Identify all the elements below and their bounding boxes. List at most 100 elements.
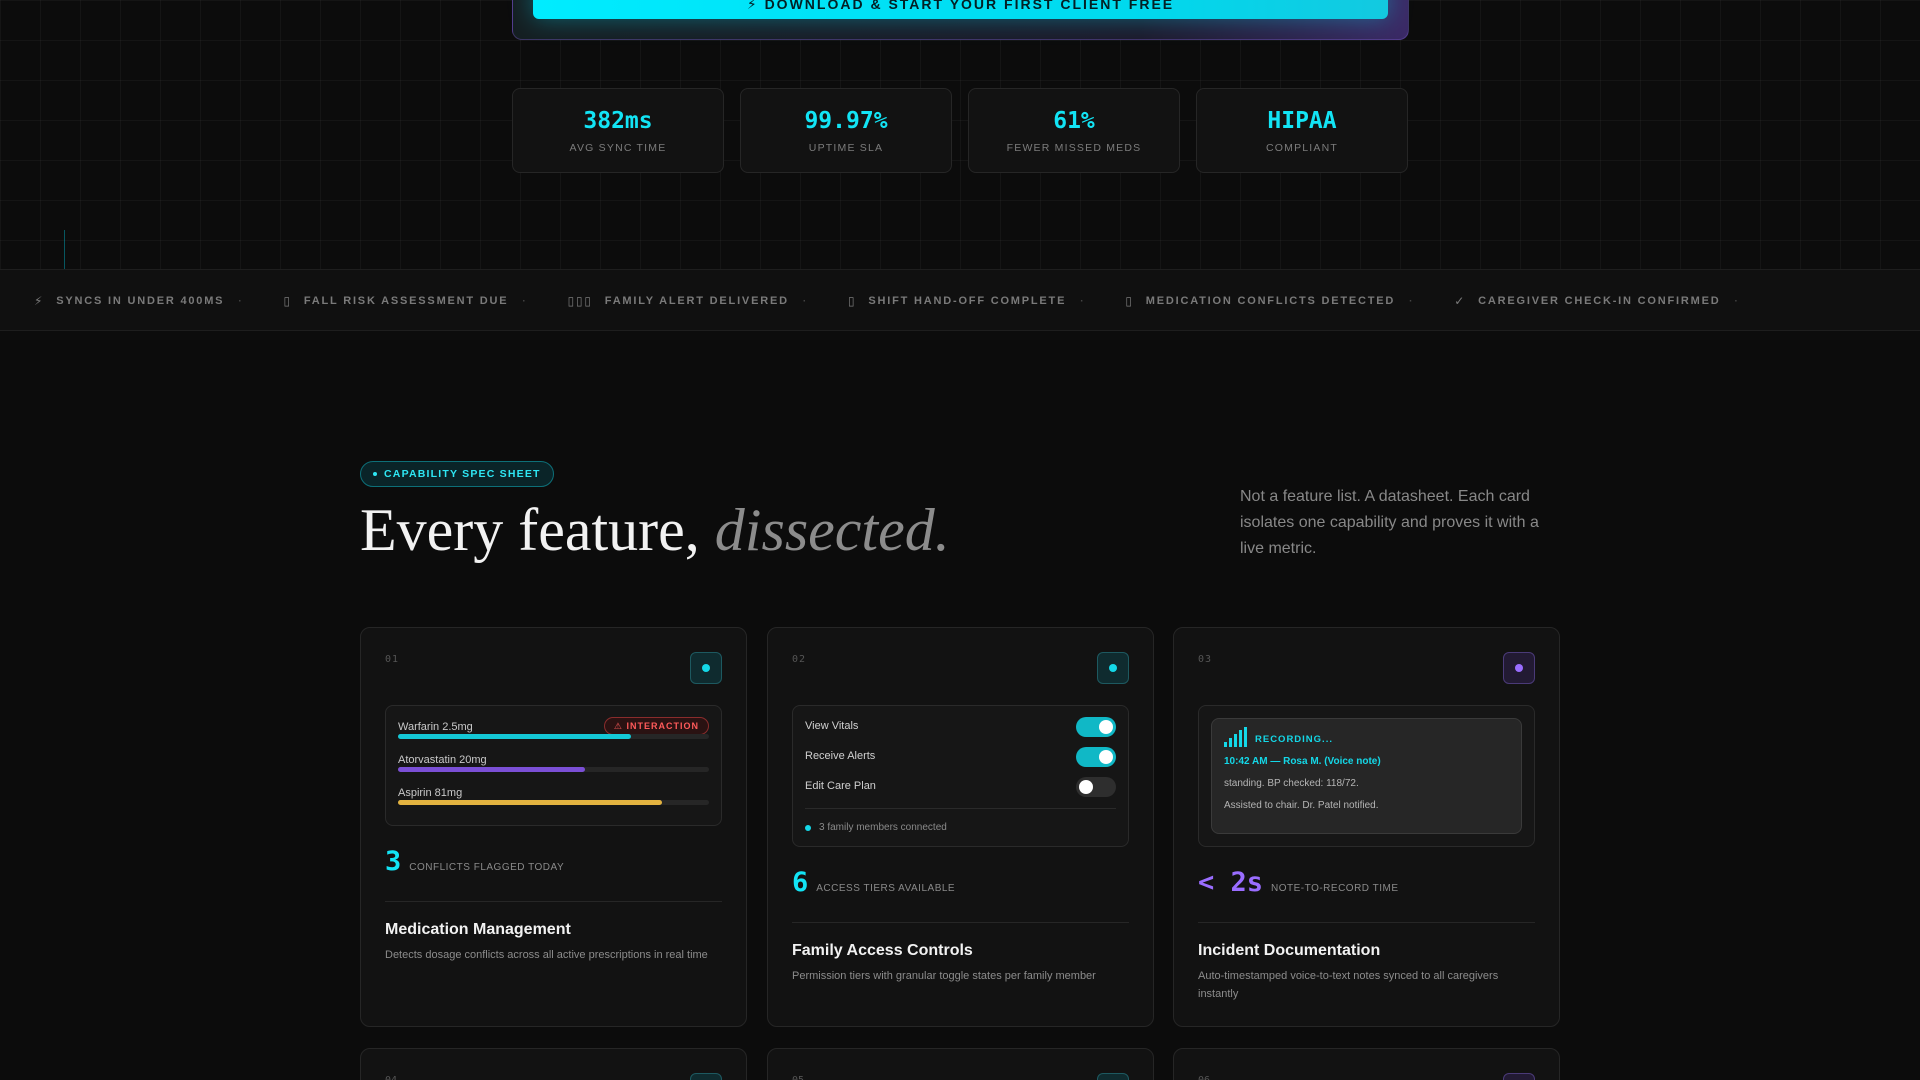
metric-value: 6 bbox=[792, 867, 809, 898]
metric-value: < 2s bbox=[1198, 867, 1264, 898]
headline-accent: dissected. bbox=[714, 497, 950, 563]
ticker-item: ▯ FALL RISK ASSESSMENT DUE · bbox=[283, 294, 567, 308]
med-row: Warfarin 2.5mg ⚠ INTERACTION bbox=[386, 706, 721, 739]
feature-card-family-access[interactable]: 02 View Vitals Receive Alerts Edit Care … bbox=[767, 627, 1154, 1027]
recording-panel: RECORDING... 10:42 AM — Rosa M. (Voice n… bbox=[1198, 705, 1535, 847]
stat-value: HIPAA bbox=[1267, 107, 1337, 134]
medication-panel: Warfarin 2.5mg ⚠ INTERACTION Atorvastati… bbox=[385, 705, 722, 826]
med-name: Warfarin 2.5mg bbox=[398, 721, 473, 733]
grid-accent-line bbox=[64, 230, 65, 270]
stat-value: 61% bbox=[1053, 107, 1095, 134]
ticker-icon: ▯ bbox=[1125, 294, 1134, 308]
metric-label: CONFLICTS FLAGGED TODAY bbox=[409, 862, 565, 873]
recording-timestamp: 10:42 AM — Rosa M. (Voice note) bbox=[1224, 756, 1381, 767]
card-description: Detects dosage conflicts across all acti… bbox=[385, 949, 708, 961]
ticker-item: ▯▯▯ FAMILY ALERT DELIVERED · bbox=[568, 294, 848, 308]
recording-header: RECORDING... bbox=[1224, 727, 1333, 747]
status-dot-icon bbox=[1097, 652, 1129, 684]
download-cta-button[interactable]: ⚡ DOWNLOAD & START YOUR FIRST CLIENT FRE… bbox=[533, 0, 1388, 19]
card-title: Family Access Controls bbox=[792, 942, 973, 959]
ticker-track: ED·⚡ SYNCS IN UNDER 400MS · ▯ FALL RISK ASSE… bbox=[0, 270, 1780, 330]
ticker-separator: · bbox=[1080, 295, 1086, 307]
transcript-line: standing. BP checked: 118/72. bbox=[1224, 778, 1359, 789]
stat-value: 99.97% bbox=[804, 107, 888, 134]
panel-divider bbox=[805, 808, 1116, 809]
stat-label: COMPLIANT bbox=[1265, 141, 1339, 154]
ticker-icon: ▯ bbox=[847, 294, 857, 308]
med-level-fill bbox=[398, 800, 663, 805]
ticker-label: FAMILY ALERT DELIVERED bbox=[604, 295, 789, 307]
toggle-row: View Vitals bbox=[793, 712, 1128, 742]
ticker-item: ✓ CAREGIVER CHECK-IN CONFIRMED · bbox=[1454, 294, 1779, 308]
status-dot-icon bbox=[1097, 1073, 1129, 1080]
transcript-line: Assisted to chair. Dr. Patel notified. bbox=[1224, 800, 1379, 811]
med-row: Atorvastatin 20mg bbox=[386, 739, 721, 772]
ticker-separator: · bbox=[522, 295, 528, 307]
cta-banner: ⚡ DOWNLOAD & START YOUR FIRST CLIENT FRE… bbox=[512, 0, 1409, 40]
ticker-icon: ▯▯▯ bbox=[567, 294, 593, 308]
ticker-item: ▯ MEDICATION CONFLICTS DETECTED · bbox=[1125, 294, 1454, 308]
stat-card: HIPAA COMPLIANT bbox=[1196, 88, 1408, 173]
card-number: 01 bbox=[385, 654, 400, 665]
toggle-row: Edit Care Plan bbox=[793, 772, 1128, 802]
receive-alerts-toggle[interactable] bbox=[1076, 747, 1116, 767]
med-name: Aspirin 81mg bbox=[398, 787, 463, 799]
toggle-label: Edit Care Plan bbox=[805, 780, 876, 792]
ticker-label: SHIFT HAND-OFF COMPLETE bbox=[868, 295, 1067, 307]
card-metric: 3 CONFLICTS FLAGGED TODAY bbox=[385, 846, 564, 877]
headline-main: Every feature, bbox=[360, 497, 715, 563]
card-divider bbox=[1198, 922, 1535, 923]
status-ticker: ED·⚡ SYNCS IN UNDER 400MS · ▯ FALL RISK ASSE… bbox=[0, 269, 1920, 331]
ticker-label: CAREGIVER CHECK-IN CONFIRMED bbox=[1478, 295, 1721, 307]
edit-care-plan-toggle[interactable] bbox=[1076, 777, 1116, 797]
feature-card[interactable]: 04 bbox=[360, 1048, 747, 1080]
metric-label: NOTE-TO-RECORD TIME bbox=[1271, 883, 1399, 894]
ticker-separator: · bbox=[1734, 295, 1740, 307]
card-number: 06 bbox=[1198, 1075, 1210, 1080]
card-metric: < 2s NOTE-TO-RECORD TIME bbox=[1198, 867, 1399, 898]
badge-dot-icon bbox=[373, 472, 377, 476]
med-level-track bbox=[398, 800, 709, 805]
ticker-item: ▯ SHIFT HAND-OFF COMPLETE · bbox=[848, 294, 1125, 308]
ticker-separator: · bbox=[1409, 295, 1415, 307]
card-divider bbox=[385, 901, 722, 902]
section-intro: Not a feature list. A datasheet. Each ca… bbox=[1240, 488, 1539, 557]
card-number: 02 bbox=[792, 654, 807, 665]
stat-label: FEWER MISSED MEDS bbox=[1006, 141, 1142, 154]
toggle-row: Receive Alerts bbox=[793, 742, 1128, 772]
status-dot-icon bbox=[690, 652, 722, 684]
interaction-badge: ⚠ INTERACTION bbox=[603, 717, 709, 735]
stat-value: 382ms bbox=[583, 107, 653, 134]
audio-bars-icon bbox=[1224, 727, 1247, 747]
ticker-icon: ⚡ bbox=[34, 294, 45, 308]
ticker-label: FALL RISK ASSESSMENT DUE bbox=[303, 295, 509, 307]
stat-label: UPTIME SLA bbox=[808, 141, 884, 154]
toggle-label: View Vitals bbox=[805, 720, 859, 732]
feature-card-medication[interactable]: 01 Warfarin 2.5mg ⚠ INTERACTION Atorvast… bbox=[360, 627, 747, 1027]
section-badge: CAPABILITY SPEC SHEET bbox=[360, 461, 554, 487]
feature-card[interactable]: 05 bbox=[767, 1048, 1154, 1080]
card-number: 05 bbox=[792, 1075, 804, 1080]
ticker-separator: · bbox=[802, 295, 808, 307]
recording-label: RECORDING... bbox=[1255, 734, 1333, 745]
ticker-icon: ✓ bbox=[1454, 294, 1467, 308]
access-panel: View Vitals Receive Alerts Edit Care Pla… bbox=[792, 705, 1129, 847]
card-divider bbox=[792, 922, 1129, 923]
status-dot-icon bbox=[690, 1073, 722, 1080]
toggle-label: Receive Alerts bbox=[805, 750, 876, 762]
stat-label: AVG SYNC TIME bbox=[569, 141, 667, 154]
view-vitals-toggle[interactable] bbox=[1076, 717, 1116, 737]
med-name: Atorvastatin 20mg bbox=[398, 754, 487, 766]
connected-label: 3 family members connected bbox=[819, 822, 947, 833]
feature-card[interactable]: 06 bbox=[1173, 1048, 1560, 1080]
ticker-item: ⚡ SYNCS IN UNDER 400MS · bbox=[34, 294, 283, 308]
status-dot-icon bbox=[1503, 652, 1535, 684]
ticker-separator: · bbox=[238, 295, 244, 307]
card-description: Permission tiers with granular toggle st… bbox=[792, 970, 1096, 982]
metric-value: 3 bbox=[385, 846, 402, 877]
ticker-item: ED· bbox=[0, 295, 34, 307]
stat-card: 99.97% UPTIME SLA bbox=[740, 88, 952, 173]
feature-card-incident[interactable]: 03 RECORDING... 10:42 AM — Rosa M. (Voic… bbox=[1173, 627, 1560, 1027]
section-headline: Every feature, dissected. bbox=[360, 496, 950, 565]
stat-card: 61% FEWER MISSED MEDS bbox=[968, 88, 1180, 173]
